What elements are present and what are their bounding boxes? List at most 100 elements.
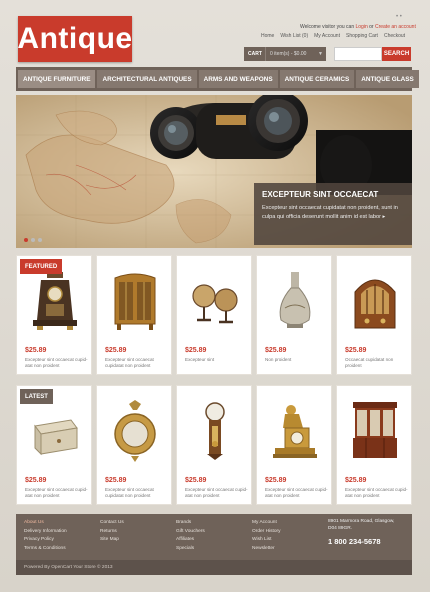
slider-dot[interactable] xyxy=(38,238,42,242)
product-desc[interactable]: Excepteur sint occaecat cupid-atat non p… xyxy=(185,487,249,499)
featured-section: FEATURED $25.89 Excepteur sint occaecat … xyxy=(16,255,412,380)
slider-dot[interactable] xyxy=(31,238,35,242)
footer-link[interactable]: My Account xyxy=(252,519,328,528)
product-price: $25.89 xyxy=(345,477,367,484)
cart-dropdown[interactable]: CART 0 item(s) - $0.00 ▼ xyxy=(244,47,326,61)
search-input[interactable] xyxy=(334,47,382,61)
language-selector[interactable]: • • xyxy=(396,14,402,20)
product-desc[interactable]: Excepteur sint occaecat cupid-atat non p… xyxy=(265,487,329,499)
globes-icon xyxy=(192,284,238,324)
banner-title: EXCEPTEUR SINT OCCAECAT xyxy=(262,190,379,199)
footer-col-account: My Account Order History Wish List Newsl… xyxy=(252,519,328,560)
footer-link[interactable]: Affiliates xyxy=(176,536,252,545)
footer-address: 8901 Marmora Road, Glasgow, D04 89GR. xyxy=(328,519,395,531)
product-price: $25.89 xyxy=(185,477,207,484)
chevron-down-icon: ▼ xyxy=(318,51,323,57)
footer-link[interactable]: Returns xyxy=(100,528,176,537)
footer-link[interactable]: Gift Vouchers xyxy=(176,528,252,537)
banner-more-arrow-icon[interactable]: ▸ xyxy=(383,214,386,220)
footer-link[interactable]: Wish List xyxy=(252,536,328,545)
footer-link[interactable]: Order History xyxy=(252,528,328,537)
bookcase-icon xyxy=(353,402,397,458)
nav-antique-ceramics[interactable]: ANTIQUE CERAMICS xyxy=(279,70,355,88)
product-desc[interactable]: Non proident xyxy=(265,357,329,363)
footer: About Us Delivery Information Privacy Po… xyxy=(16,514,412,560)
product-card[interactable]: $25.89 Excepteur sint occaecat cupid-ata… xyxy=(256,385,332,505)
radio-icon xyxy=(354,279,396,329)
footer-contact: 8901 Marmora Road, Glasgow, D04 89GR. 1 … xyxy=(328,519,404,560)
product-price: $25.89 xyxy=(25,347,47,354)
footer-col-info: About Us Delivery Information Privacy Po… xyxy=(24,519,100,560)
product-card[interactable]: $25.89 Excepteur sint occaecat cupidatat… xyxy=(96,255,172,375)
footer-link[interactable]: Delivery Information xyxy=(24,528,100,537)
product-desc[interactable]: Occaecat cupidatat non proident xyxy=(345,357,409,369)
welcome-text: Welcome visitor you can Login or Create … xyxy=(300,24,416,30)
welcome-label: Welcome visitor you can xyxy=(300,24,355,30)
slider-dot[interactable] xyxy=(24,238,28,242)
product-desc[interactable]: Excepteur sint occaecat cupid-atat non p… xyxy=(345,487,409,499)
product-card[interactable]: $25.89 Excepteur sint occaecat cupidatat… xyxy=(96,385,172,505)
banner-text-body: Excepteur sint occaecat cupidatat non pr… xyxy=(262,205,398,220)
product-card[interactable]: $25.89 Excepteur sint xyxy=(176,255,252,375)
shopping-cart-link[interactable]: Shopping Cart xyxy=(346,33,378,39)
product-price: $25.89 xyxy=(265,477,287,484)
login-link[interactable]: Login xyxy=(356,24,368,30)
product-desc[interactable]: Excepteur sint occaecat cupidatat non pr… xyxy=(105,487,169,499)
banner-caption: EXCEPTEUR SINT OCCAECAT Excepteur sint o… xyxy=(254,183,412,245)
footer-link[interactable]: Newsletter xyxy=(252,545,328,554)
wall-clock-icon xyxy=(205,402,225,460)
latest-badge: LATEST xyxy=(20,389,53,404)
or-label: or xyxy=(369,24,374,30)
product-card[interactable]: $25.89 Excepteur sint occaecat cupid-ata… xyxy=(176,385,252,505)
top-links: Home Wish List (0) My Account Shopping C… xyxy=(261,33,405,39)
product-card[interactable]: $25.89 Non proident xyxy=(256,255,332,375)
home-link[interactable]: Home xyxy=(261,33,274,39)
product-card[interactable]: $25.89 Excepteur sint occaecat cupid-ata… xyxy=(336,385,412,505)
product-price: $25.89 xyxy=(25,477,47,484)
footer-col-service: Contact Us Returns Site Map xyxy=(100,519,176,560)
logo[interactable]: Antique xyxy=(17,16,132,62)
wishlist-link[interactable]: Wish List (0) xyxy=(280,33,308,39)
nav-antique-furniture[interactable]: ANTIQUE FURNITURE xyxy=(18,70,96,88)
main-nav: ANTIQUE FURNITURE ARCHITECTURAL ANTIQUES… xyxy=(16,67,419,91)
footer-link[interactable]: Terms & Conditions xyxy=(24,545,100,554)
search-button[interactable]: SEARCH xyxy=(382,47,411,61)
footer-link[interactable]: About Us xyxy=(24,519,100,528)
nav-arms-and-weapons[interactable]: ARMS AND WEAPONS xyxy=(198,70,278,88)
nav-architectural-antiques[interactable]: ARCHITECTURAL ANTIQUES xyxy=(97,70,197,88)
footer-phone: 1 800 234-5678 xyxy=(328,537,381,546)
product-card[interactable]: $25.89 Occaecat cupidatat non proident xyxy=(336,255,412,375)
page: Antique • • Welcome visitor you can Logi… xyxy=(0,0,430,592)
slider-dots xyxy=(24,238,42,242)
mirror-icon xyxy=(114,400,156,462)
product-desc[interactable]: Excepteur sint occaecat cupidatat non pr… xyxy=(105,357,169,369)
product-price: $25.89 xyxy=(185,347,207,354)
cabinet-icon xyxy=(114,273,156,330)
footer-link[interactable]: Contact Us xyxy=(100,519,176,528)
cart-label: CART xyxy=(244,47,266,61)
checkout-link[interactable]: Checkout xyxy=(384,33,405,39)
nav-antique-glass[interactable]: ANTIQUE GLASS xyxy=(356,70,419,88)
featured-badge: FEATURED xyxy=(20,259,63,274)
mantel-clock-icon xyxy=(33,272,77,330)
product-price: $25.89 xyxy=(345,347,367,354)
my-account-link[interactable]: My Account xyxy=(314,33,340,39)
product-price: $25.89 xyxy=(105,347,127,354)
footer-link[interactable]: Privacy Policy xyxy=(24,536,100,545)
vase-icon xyxy=(279,272,311,328)
cart-value: 0 item(s) - $0.00 xyxy=(270,51,307,57)
footer-link[interactable]: Specials xyxy=(176,545,252,554)
latest-section: LATEST $25.89 Excepteur sint occaecat cu… xyxy=(16,385,412,510)
product-desc[interactable]: Excepteur sint xyxy=(185,357,249,363)
product-price: $25.89 xyxy=(265,347,287,354)
copyright: Powered By OpenCart Your Store © 2013 xyxy=(16,560,412,575)
product-price: $25.89 xyxy=(105,477,127,484)
product-desc[interactable]: Excepteur sint occaecat cupid-atat non p… xyxy=(25,487,89,499)
footer-link[interactable]: Brands xyxy=(176,519,252,528)
create-account-link[interactable]: Create an account xyxy=(375,24,416,30)
footer-col-extras: Brands Gift Vouchers Affiliates Specials xyxy=(176,519,252,560)
product-desc[interactable]: Excepteur sint occaecat cupid-atat non p… xyxy=(25,357,89,369)
chest-icon xyxy=(34,419,78,456)
footer-link[interactable]: Site Map xyxy=(100,536,176,545)
banner-text: Excepteur sint occaecat cupidatat non pr… xyxy=(262,204,404,221)
